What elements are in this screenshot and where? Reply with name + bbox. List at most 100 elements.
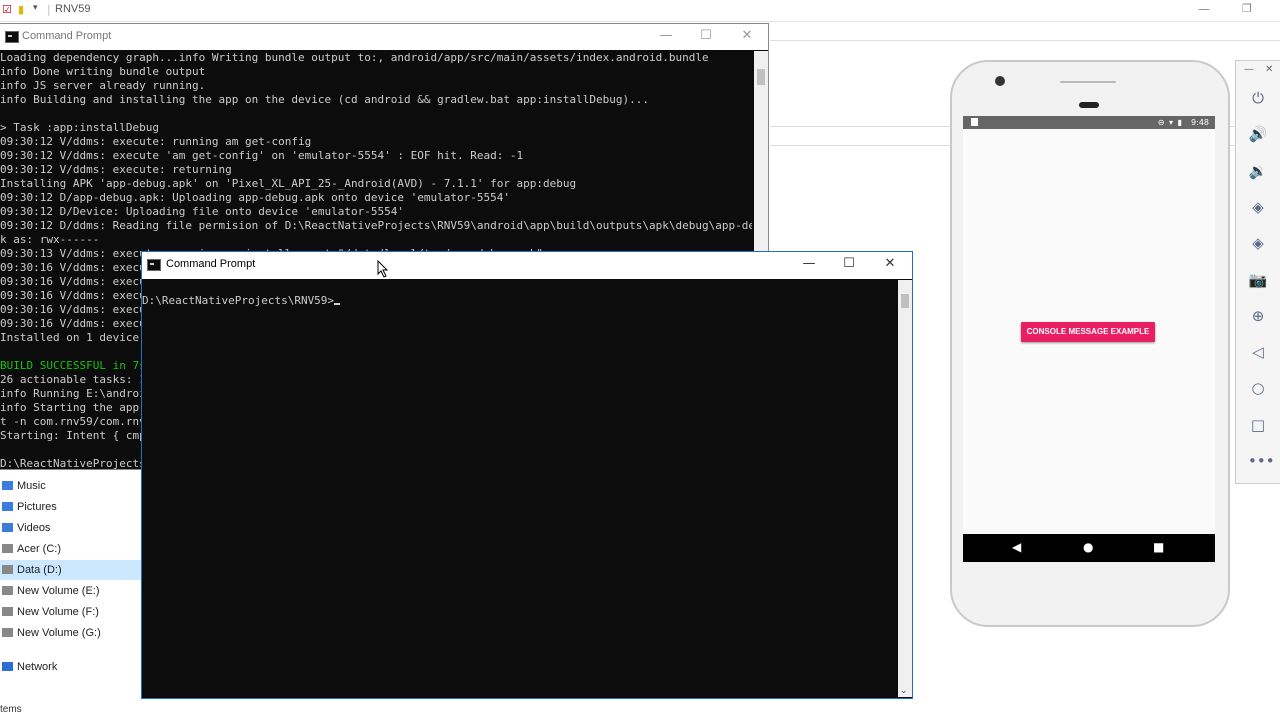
volume-down-icon[interactable]: 🔉 (1248, 161, 1268, 181)
cmd-line: 09:30:12 D/Device: Uploading file onto d… (0, 205, 404, 218)
emulator-minimize-button[interactable]: — (1244, 64, 1254, 75)
status-bar: ⊖ ▾ ▮ 9:48 (963, 116, 1215, 129)
nav-item-pictures[interactable]: Pictures (0, 497, 141, 517)
cmd-line: Loading dependency graph...info Writing … (0, 51, 709, 64)
cmd-line: 09:30:12 D/ddms: Reading file permision … (0, 219, 752, 232)
quick-access-dropdown-icon[interactable]: ▾ (33, 3, 38, 13)
drive-icon (2, 565, 13, 574)
explorer-maximize-button[interactable]: ❐ (1242, 2, 1252, 15)
nav-recents-icon[interactable]: ■ (1153, 540, 1164, 554)
cmd-line: 09:30:12 V/ddms: execute: running am get… (0, 135, 312, 148)
cmd-title: Command Prompt (22, 30, 112, 42)
device-screen[interactable]: ⊖ ▾ ▮ 9:48 CONSOLE MESSAGE EXAMPLE ◀ ● ■ (963, 116, 1215, 562)
nav-item-label: Music (17, 480, 46, 492)
folder-icon (2, 481, 13, 490)
explorer-status-bar: tems (0, 704, 22, 715)
nav-item-new-volume-f[interactable]: New Volume (F:) (0, 602, 141, 622)
sensor (1079, 102, 1099, 108)
explorer-titlebar: ☑ ▮ ▾ | RNV59 — ❐ (0, 0, 1280, 22)
scroll-down-icon[interactable]: ⌄ (900, 686, 908, 696)
more-icon[interactable]: ••• (1248, 451, 1275, 471)
text-cursor (334, 303, 341, 305)
folder-icon[interactable]: ▮ (18, 3, 24, 16)
nav-item-label: Network (17, 661, 58, 673)
folder-icon (2, 502, 13, 511)
status-time: 9:48 (1191, 118, 1209, 127)
cmd-line: > Task :app:installDebug (0, 121, 159, 134)
rotate-left-icon[interactable]: ◈ (1248, 197, 1268, 217)
explorer-minimize-button[interactable]: — (1198, 2, 1210, 16)
front-camera (995, 76, 1005, 86)
scrollbar-thumb[interactable] (901, 294, 909, 308)
nav-item-label: New Volume (G:) (17, 627, 101, 639)
emulator-toolbar: — ✕ ⏻ 🔊 🔉 ◈ ◈ 📷 ⊕ ◁ ○ □ ••• (1235, 60, 1280, 484)
nav-item-acer-c[interactable]: Acer (C:) (0, 539, 141, 559)
nav-item-label: Videos (17, 522, 51, 534)
nav-home-icon[interactable]: ● (1083, 540, 1093, 554)
network-icon (2, 662, 13, 671)
close-button[interactable]: ✕ (870, 256, 910, 271)
close-button[interactable]: ✕ (727, 28, 767, 43)
cmd-line: info Building and installing the app on … (0, 93, 650, 106)
notification-icon (971, 118, 978, 126)
cmd-line: Installing APK 'app-debug.apk' on 'Pixel… (0, 177, 577, 190)
cmd-line: 09:30:12 D/app-debug.apk: Uploading app-… (0, 191, 510, 204)
cmd-line: 09:30:12 V/ddms: execute: returning (0, 163, 232, 176)
nav-item-label: Data (D:) (17, 564, 62, 576)
cmd-line: k as: rwx------ (0, 233, 100, 246)
nav-item-label: New Volume (F:) (17, 606, 99, 618)
minimize-button[interactable]: — (646, 28, 686, 43)
folder-icon (2, 523, 13, 532)
nav-item-label: Acer (C:) (17, 543, 61, 555)
nav-item-data-d[interactable]: Data (D:) (0, 560, 141, 580)
separator: | (47, 3, 51, 16)
camera-icon[interactable]: 📷 (1248, 270, 1268, 290)
drive-icon (2, 586, 13, 595)
cmd-title: Command Prompt (166, 258, 256, 270)
back-icon[interactable]: ◁ (1248, 342, 1268, 362)
maximize-button[interactable]: ☐ (829, 256, 869, 271)
nav-back-icon[interactable]: ◀ (1012, 540, 1021, 554)
speaker-grille (1060, 81, 1116, 83)
cmd-line: info JS server already running. (0, 79, 206, 92)
nav-item-network[interactable]: Network (0, 657, 141, 677)
overview-icon[interactable]: □ (1248, 415, 1268, 435)
cmd-line: 09:30:12 V/ddms: execute 'am get-config'… (0, 149, 524, 162)
emulator-close-button[interactable]: ✕ (1265, 64, 1273, 75)
drive-icon (2, 544, 13, 553)
explorer-navigation-pane: DownloadsMusicPicturesVideosAcer (C:)Dat… (0, 459, 141, 682)
drive-icon (2, 628, 13, 637)
mouse-cursor-icon (377, 260, 389, 278)
cmd-icon (5, 31, 19, 43)
nav-item-label: New Volume (E:) (17, 585, 100, 597)
command-prompt-window-front[interactable]: Command Prompt — ☐ ✕ D:\ReactNativeProje… (141, 251, 913, 699)
nav-item-label: Pictures (17, 501, 57, 513)
console-message-example-button[interactable]: CONSOLE MESSAGE EXAMPLE (1021, 322, 1155, 342)
drive-icon (2, 607, 13, 616)
status-icons: ⊖ ▾ ▮ (1157, 118, 1183, 127)
nav-item-new-volume-g[interactable]: New Volume (G:) (0, 623, 141, 643)
explorer-title: RNV59 (55, 3, 91, 15)
cmd-line: info Done writing bundle output (0, 65, 206, 78)
android-emulator-device: ⊖ ▾ ▮ 9:48 CONSOLE MESSAGE EXAMPLE ◀ ● ■ (950, 60, 1230, 627)
minimize-button[interactable]: — (789, 256, 829, 271)
nav-item-music[interactable]: Music (0, 476, 141, 496)
volume-up-icon[interactable]: 🔊 (1248, 124, 1268, 144)
cmd-line (0, 107, 752, 121)
nav-item-videos[interactable]: Videos (0, 518, 141, 538)
maximize-button[interactable]: ☐ (686, 28, 726, 43)
nav-item-new-volume-e[interactable]: New Volume (E:) (0, 581, 141, 601)
explorer-ribbon-divider (770, 40, 1280, 41)
cmd-icon (147, 259, 161, 271)
scrollbar[interactable]: ⌄ (898, 280, 912, 697)
cmd-titlebar[interactable]: Command Prompt — ☐ ✕ (142, 252, 912, 279)
power-icon[interactable]: ⏻ (1248, 88, 1268, 108)
home-icon[interactable]: ○ (1248, 378, 1268, 398)
zoom-icon[interactable]: ⊕ (1248, 306, 1268, 326)
cmd-input-area[interactable]: D:\ReactNativeProjects\RNV59> (142, 280, 896, 698)
properties-icon[interactable]: ☑ (2, 3, 12, 16)
scrollbar-thumb[interactable] (757, 69, 765, 85)
cmd-titlebar[interactable]: Command Prompt — ☐ ✕ (0, 24, 768, 50)
android-nav-bar: ◀ ● ■ (963, 534, 1215, 562)
rotate-right-icon[interactable]: ◈ (1248, 233, 1268, 253)
